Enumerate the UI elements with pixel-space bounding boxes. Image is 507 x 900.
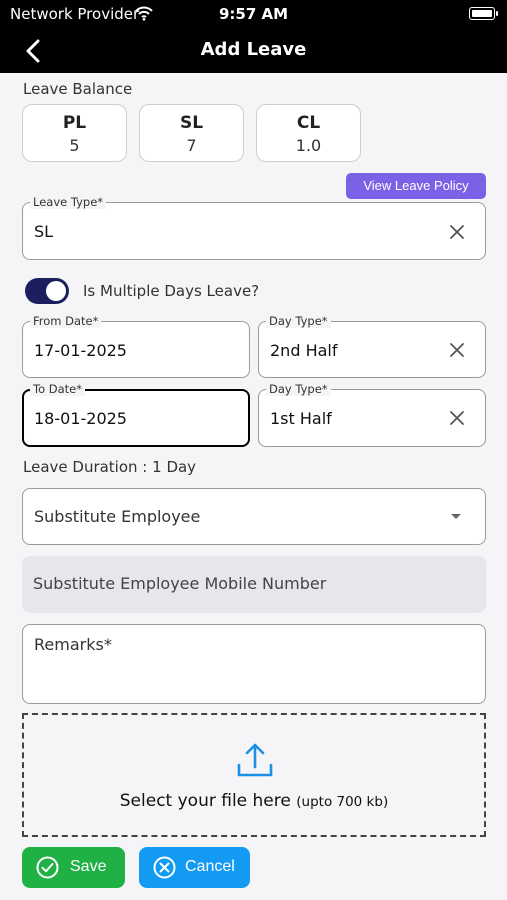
from-date-label: From Date*	[30, 314, 102, 328]
balance-code: PL	[62, 113, 87, 133]
balance-card-cl: CL 1.0	[256, 104, 361, 162]
page-title: Add Leave	[200, 39, 307, 60]
close-circle-icon	[153, 856, 176, 879]
leave-type-value: SL	[34, 222, 54, 241]
substitute-employee-placeholder: Substitute Employee	[34, 507, 201, 526]
multiple-days-toggle[interactable]	[25, 278, 69, 304]
substitute-mobile-field[interactable]: Substitute Employee Mobile Number	[22, 556, 486, 613]
substitute-mobile-placeholder: Substitute Employee Mobile Number	[33, 574, 327, 593]
clear-icon[interactable]	[449, 410, 465, 426]
toggle-knob	[46, 281, 66, 301]
balance-value: 1.0	[295, 136, 322, 155]
leave-duration-text: Leave Duration : 1 Day	[23, 458, 197, 476]
file-upload-area[interactable]: Select your file here (upto 700 kb)	[22, 713, 486, 837]
upload-main-text: Select your file here	[119, 791, 291, 811]
multiple-days-label: Is Multiple Days Leave?	[83, 282, 260, 300]
leave-type-label: Leave Type*	[30, 195, 107, 209]
balance-code: CL	[296, 113, 321, 133]
cancel-button-label: Cancel	[185, 858, 235, 875]
to-day-type-value: 1st Half	[270, 409, 332, 428]
cancel-button[interactable]: Cancel	[139, 847, 250, 888]
balance-value: 7	[186, 136, 197, 155]
leave-balance-heading: Leave Balance	[23, 80, 133, 98]
save-button[interactable]: Save	[22, 847, 125, 888]
status-time: 9:57 AM	[218, 5, 289, 23]
balance-code: SL	[179, 113, 204, 133]
leave-type-field[interactable]: Leave Type* SL	[22, 195, 486, 260]
to-date-label: To Date*	[30, 382, 85, 396]
remarks-placeholder: Remarks*	[34, 635, 112, 654]
status-bar: Network Provider 9:57 AM	[0, 0, 507, 30]
upload-icon	[237, 743, 273, 777]
to-day-type-field[interactable]: Day Type* 1st Half	[258, 382, 486, 447]
from-day-type-label: Day Type*	[266, 314, 331, 328]
nav-bar: Add Leave	[0, 30, 507, 73]
balance-value: 5	[69, 136, 80, 155]
check-circle-icon	[36, 856, 59, 879]
from-date-value: 17-01-2025	[34, 341, 127, 360]
clear-icon[interactable]	[449, 224, 465, 240]
remarks-field[interactable]: Remarks*	[22, 624, 486, 704]
substitute-employee-select[interactable]: Substitute Employee	[22, 488, 486, 545]
to-date-field[interactable]: To Date* 18-01-2025	[22, 382, 250, 447]
clear-icon[interactable]	[449, 342, 465, 358]
from-day-type-value: 2nd Half	[270, 341, 338, 360]
save-button-label: Save	[70, 858, 107, 875]
chevron-down-icon	[451, 514, 461, 519]
upload-size-text: (upto 700 kb)	[296, 794, 389, 810]
battery-icon	[469, 7, 498, 20]
to-date-value: 18-01-2025	[34, 409, 127, 428]
from-day-type-field[interactable]: Day Type* 2nd Half	[258, 314, 486, 378]
balance-card-pl: PL 5	[22, 104, 127, 162]
balance-card-sl: SL 7	[139, 104, 244, 162]
upload-text: Select your file here (upto 700 kb)	[24, 791, 484, 811]
from-date-field[interactable]: From Date* 17-01-2025	[22, 314, 250, 378]
view-leave-policy-button[interactable]: View Leave Policy	[346, 173, 486, 199]
to-day-type-label: Day Type*	[266, 382, 331, 396]
